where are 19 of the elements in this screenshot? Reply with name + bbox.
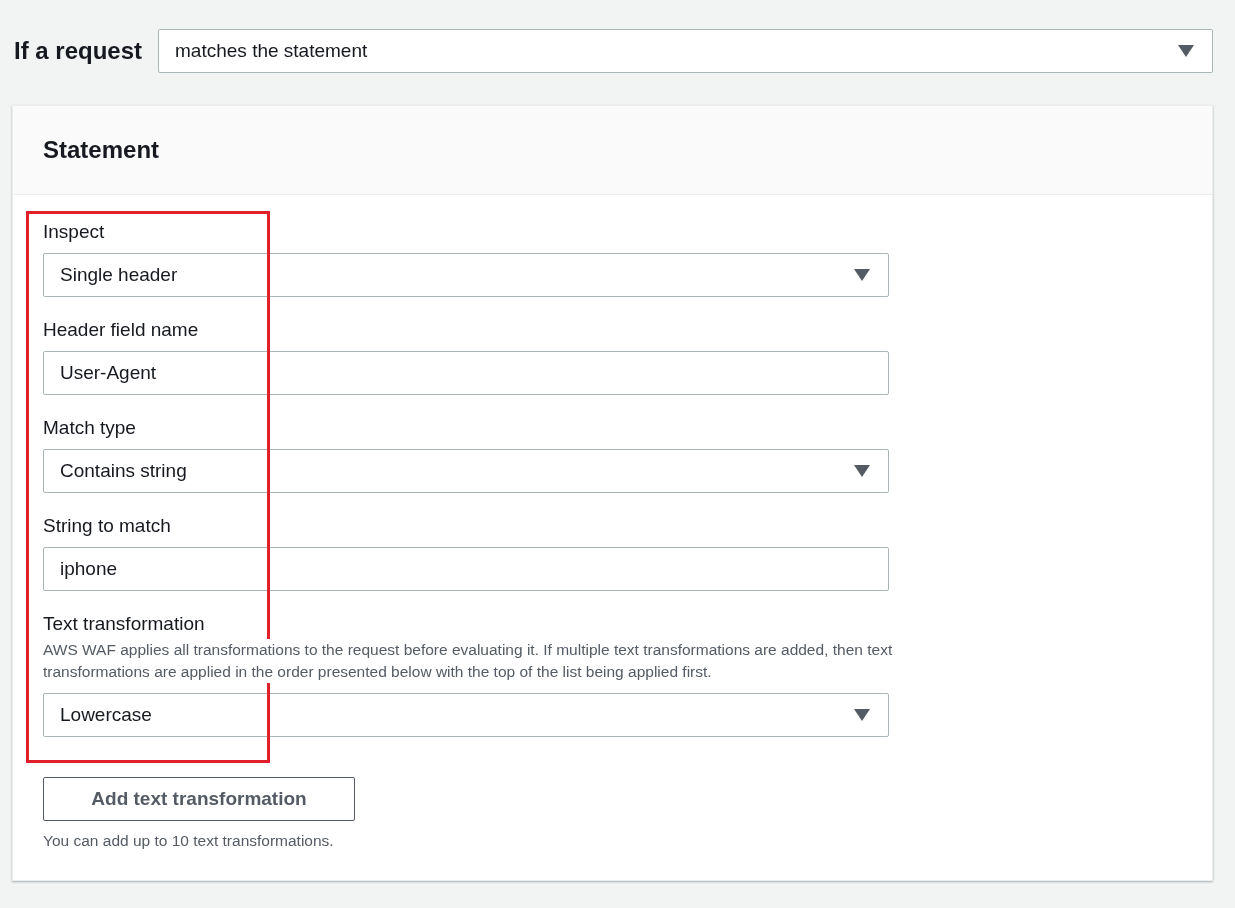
dropdown-select[interactable]: Lowercase [43,693,889,737]
add-transformation-button[interactable]: Add text transformation [43,777,355,821]
condition-label: If a request [14,37,143,65]
caret-icon [854,465,870,477]
hint-text: You can add up to 10 text transformations. [43,832,334,850]
input-field[interactable]: User-Agent [43,351,889,395]
field-label: Text transformation [43,613,206,635]
input-field[interactable]: iphone [43,547,889,591]
field-label: Inspect [43,221,106,243]
caret-icon [854,709,870,721]
panel-title: Statement [43,136,160,164]
caret-icon [854,269,870,281]
caret-icon [1178,45,1194,57]
field-label: Match type [43,417,137,439]
condition-select[interactable]: matches the statement [158,29,1213,73]
field-label: String to match [43,515,172,537]
field-label: Header field name [43,319,200,341]
dropdown-select[interactable]: Contains string [43,449,889,493]
dropdown-select[interactable]: Single header [43,253,889,297]
